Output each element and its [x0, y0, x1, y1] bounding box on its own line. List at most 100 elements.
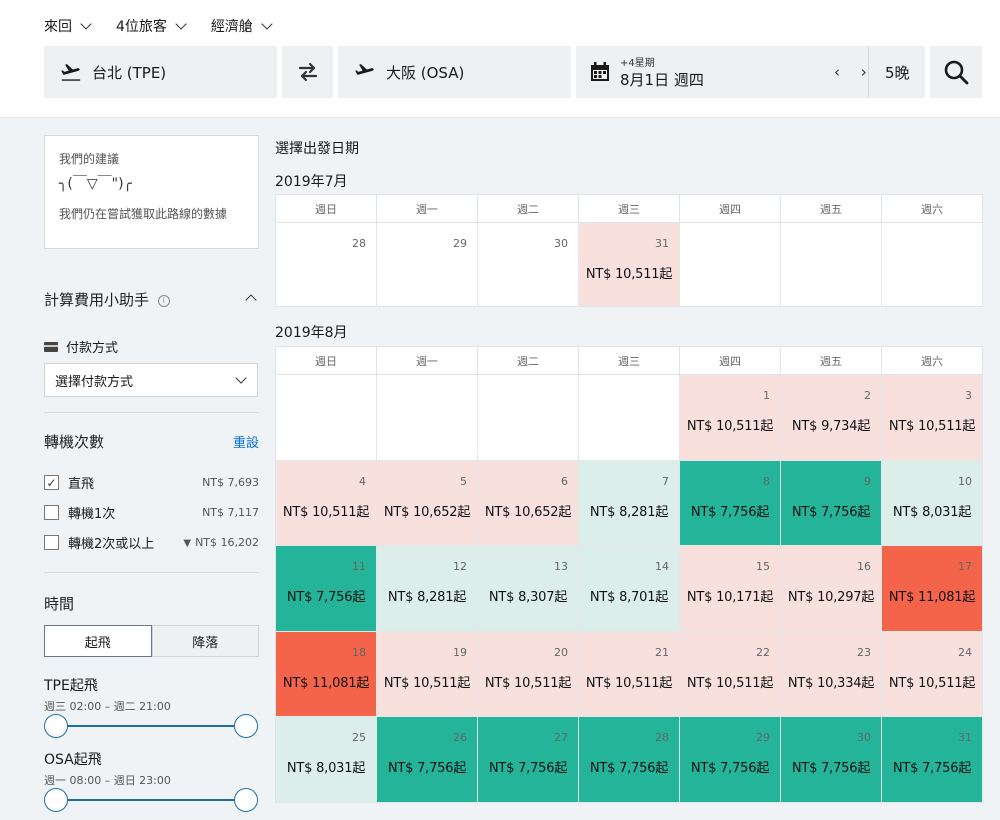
calendar-day-cell[interactable]: 8 NT$ 7,756起	[680, 460, 781, 547]
checkbox[interactable]	[44, 505, 59, 520]
cabin-class-dropdown[interactable]: 經濟艙	[211, 16, 273, 36]
calendar-empty-cell	[680, 223, 781, 307]
slider-handle-start[interactable]	[44, 788, 68, 812]
day-number: 15	[756, 560, 770, 574]
day-price: NT$ 10,297起	[787, 590, 875, 606]
calendar-day-cell[interactable]: 19 NT$ 10,511起	[377, 631, 478, 718]
payment-method-select[interactable]: 選擇付款方式	[44, 363, 258, 397]
calendar-day-cell[interactable]: 21 NT$ 10,511起	[579, 631, 680, 718]
calendar-day-cell[interactable]: 27 NT$ 7,756起	[478, 717, 579, 803]
tab-departure[interactable]: 起飛	[44, 625, 152, 657]
weekday-header: 週二	[478, 195, 579, 223]
tpe-departure-label: TPE起飛	[44, 678, 98, 694]
reset-stops-link[interactable]: 重設	[233, 432, 259, 451]
tpe-time-slider[interactable]	[44, 714, 259, 738]
calendar-day-cell[interactable]: 30 NT$ 7,756起	[781, 717, 882, 803]
osa-time-slider[interactable]	[44, 788, 259, 812]
calendar-day-cell[interactable]: 26 NT$ 7,756起	[377, 717, 478, 803]
checkbox[interactable]: ✓	[44, 475, 59, 490]
day-number: 19	[453, 645, 467, 659]
day-number: 8	[763, 474, 770, 488]
travellers-label: 4位旅客	[116, 19, 167, 35]
calendar-day-cell[interactable]: 22 NT$ 10,511起	[680, 631, 781, 718]
day-price: NT$ 10,511起	[484, 675, 572, 691]
calendar-day-cell[interactable]: 29 NT$ 7,756起	[680, 717, 781, 803]
calendar-day-cell[interactable]: 31 NT$ 10,511起	[579, 223, 680, 307]
day-number: 4	[359, 474, 366, 488]
calendar-day-cell[interactable]: 15 NT$ 10,171起	[680, 546, 781, 632]
travellers-dropdown[interactable]: 4位旅客	[116, 16, 187, 36]
slider-handle-start[interactable]	[44, 714, 68, 738]
calendar-day-cell[interactable]: 16 NT$ 10,297起	[781, 546, 882, 632]
calendar-day-cell[interactable]: 31 NT$ 7,756起	[882, 717, 983, 803]
date-field[interactable]: +4星期 8月1日 週四 ‹ › 5晚	[576, 46, 925, 98]
stop-option-one[interactable]: 轉機1次 NT$ 7,117	[44, 503, 259, 522]
pick-date-title: 選擇出發日期	[275, 141, 359, 157]
calendar-day-cell[interactable]: 13 NT$ 8,307起	[478, 546, 579, 632]
calendar-day-cell[interactable]: 30	[478, 223, 579, 307]
calendar-empty-cell	[478, 375, 579, 461]
calendar-day-cell[interactable]: 2 NT$ 9,734起	[781, 375, 882, 461]
weekday-header: 週三	[579, 195, 680, 223]
calendar-day-cell[interactable]: 1 NT$ 10,511起	[680, 375, 781, 461]
info-icon: i	[157, 294, 170, 307]
checkbox[interactable]	[44, 535, 59, 550]
day-price: NT$ 7,756起	[589, 761, 669, 777]
calendar-day-cell[interactable]: 28	[276, 223, 377, 307]
day-price: NT$ 7,756起	[892, 761, 972, 777]
calendar-day-cell[interactable]: 17 NT$ 11,081起	[882, 546, 983, 632]
tab-arrival[interactable]: 降落	[151, 625, 259, 657]
slider-handle-end[interactable]	[234, 788, 258, 812]
origin-field[interactable]: 台北 (TPE)	[44, 46, 277, 98]
time-title: 時間	[44, 595, 75, 613]
day-price: NT$ 7,756起	[690, 504, 770, 520]
calendar-empty-cell	[882, 223, 983, 307]
calendar-day-cell[interactable]: 4 NT$ 10,511起	[276, 460, 377, 547]
calendar-day-cell[interactable]: 10 NT$ 8,031起	[882, 460, 983, 547]
day-number: 9	[864, 474, 871, 488]
calendar-day-cell[interactable]: 6 NT$ 10,652起	[478, 460, 579, 547]
search-button[interactable]	[930, 46, 982, 98]
search-options: 來回 4位旅客 經濟艙	[44, 16, 297, 36]
destination-field[interactable]: 大阪 (OSA)	[338, 46, 571, 98]
calendar-day-cell[interactable]: 14 NT$ 8,701起	[579, 546, 680, 632]
trip-type-dropdown[interactable]: 來回	[44, 16, 92, 36]
calendar-day-cell[interactable]: 28 NT$ 7,756起	[579, 717, 680, 803]
calendar-empty-cell	[377, 375, 478, 461]
day-number: 18	[352, 645, 366, 659]
calendar-day-cell[interactable]: 23 NT$ 10,334起	[781, 631, 882, 718]
calendar-day-cell[interactable]: 7 NT$ 8,281起	[579, 460, 680, 547]
recommendation-text: 我們仍在嘗試獲取此路線的數據	[59, 207, 228, 221]
stop-option-direct[interactable]: ✓ 直飛 NT$ 7,693	[44, 473, 259, 492]
day-price: NT$ 7,756起	[387, 761, 467, 777]
nights-count[interactable]: 5晚	[868, 46, 910, 98]
calendar-day-cell[interactable]: 29	[377, 223, 478, 307]
slider-handle-end[interactable]	[234, 714, 258, 738]
calendar-day-cell[interactable]: 12 NT$ 8,281起	[377, 546, 478, 632]
stop-option-two-plus[interactable]: 轉機2次或以上 ▼ NT$ 16,202	[44, 533, 259, 552]
day-number: 10	[958, 474, 972, 488]
calendar-day-cell[interactable]: 18 NT$ 11,081起	[276, 631, 377, 718]
calendar-day-cell[interactable]: 24 NT$ 10,511起	[882, 631, 983, 718]
stop-price: NT$ 7,117	[202, 506, 259, 519]
chevron-up-icon[interactable]	[245, 293, 257, 306]
day-number: 21	[655, 645, 669, 659]
day-price: NT$ 10,511起	[888, 675, 976, 691]
day-price: NT$ 10,511起	[686, 419, 774, 434]
calendar-day-cell[interactable]: 20 NT$ 10,511起	[478, 631, 579, 718]
calendar-day-cell[interactable]: 11 NT$ 7,756起	[276, 546, 377, 632]
day-price: NT$ 10,652起	[383, 504, 471, 520]
chevron-down-icon	[261, 18, 273, 30]
date-offset-hint: +4星期	[620, 58, 655, 69]
day-number: 31	[655, 237, 669, 250]
calendar-day-cell[interactable]: 9 NT$ 7,756起	[781, 460, 882, 547]
day-price: NT$ 8,281起	[589, 504, 669, 520]
calendar-empty-cell	[781, 223, 882, 307]
day-price: NT$ 11,081起	[282, 675, 370, 691]
swap-button[interactable]	[282, 46, 333, 98]
calendar-day-cell[interactable]: 3 NT$ 10,511起	[882, 375, 983, 461]
calendar-day-cell[interactable]: 5 NT$ 10,652起	[377, 460, 478, 547]
day-price: NT$ 10,511起	[585, 267, 673, 282]
calendar-day-cell[interactable]: 25 NT$ 8,031起	[276, 717, 377, 803]
fee-calculator-header[interactable]: 計算費用小助手 i	[44, 289, 259, 310]
